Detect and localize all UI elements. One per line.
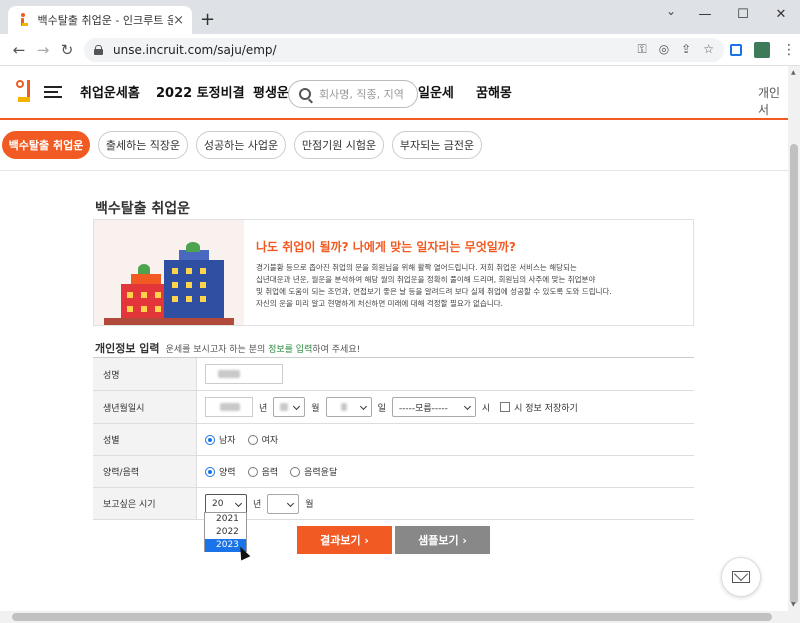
gift-buildings-illustration xyxy=(94,220,244,325)
year-option-2021[interactable]: 2021 xyxy=(205,513,246,526)
month-unit: 월 xyxy=(311,403,320,414)
nav-dream[interactable]: 꿈해몽 xyxy=(476,82,512,101)
browser-menu-icon[interactable]: ⋮ xyxy=(782,42,796,58)
url-text[interactable]: unse.incruit.com/saju/emp/ xyxy=(113,43,277,57)
nav-home[interactable]: 취업운세홈 xyxy=(80,82,140,101)
tab-business[interactable]: 성공하는 사업운 xyxy=(196,131,286,159)
scroll-down-icon[interactable]: ▼ xyxy=(791,601,796,608)
divider xyxy=(0,170,788,171)
site-header: 취업운세홈 2022 토정비결 평생운 일운세 꿈해몽 개인서 xyxy=(0,66,790,120)
save-time-option[interactable]: 시 정보 저장하기 xyxy=(500,401,578,414)
gender-male-option[interactable]: 남자 xyxy=(205,433,236,446)
back-button[interactable]: ← xyxy=(10,41,28,59)
save-time-checkbox[interactable] xyxy=(500,402,511,412)
gender-female-option[interactable]: 여자 xyxy=(247,433,278,446)
close-window-button[interactable]: ✕ xyxy=(762,0,800,28)
period-month-unit: 월 xyxy=(305,500,314,510)
year-option-2022[interactable]: 2022 xyxy=(205,526,246,539)
calendar-row: 양력/음력 양력 음력 음력윤달 xyxy=(93,456,694,488)
personal-link[interactable]: 개인서 xyxy=(758,84,790,118)
lock-icon[interactable] xyxy=(94,45,103,55)
eye-off-icon[interactable]: ◎ xyxy=(659,42,669,57)
tab-workplace[interactable]: 출세하는 직장운 xyxy=(98,131,188,159)
period-row: 보고싶은 시기 20 년 월 xyxy=(93,488,694,520)
new-tab-button[interactable]: + xyxy=(200,9,215,30)
vertical-scroll-thumb[interactable] xyxy=(790,144,798,604)
period-month-select[interactable] xyxy=(267,493,300,514)
minimize-button[interactable]: — xyxy=(686,0,724,28)
gender-label: 성별 xyxy=(93,424,197,455)
scroll-up-icon[interactable]: ▲ xyxy=(791,69,796,76)
period-year-select[interactable]: 20 xyxy=(205,493,247,514)
name-label: 성명 xyxy=(93,358,197,390)
star-icon[interactable]: ☆ xyxy=(703,42,714,57)
lunar-radio[interactable] xyxy=(247,466,258,477)
name-row: 성명 xyxy=(93,358,694,391)
site-search[interactable] xyxy=(288,80,418,108)
year-unit: 년 xyxy=(259,403,268,414)
incruit-logo[interactable] xyxy=(16,80,32,106)
profile-avatar[interactable] xyxy=(754,42,770,58)
search-input[interactable] xyxy=(319,87,409,101)
reload-button[interactable]: ↻ xyxy=(58,41,76,59)
personal-info-form: 성명 생년월일시 년 월 일 -----모름----- 시 시 정보 저장하기 … xyxy=(93,357,694,520)
birth-label: 생년월일시 xyxy=(93,391,197,423)
gender-row: 성별 남자 여자 xyxy=(93,424,694,456)
tab-close-icon[interactable]: × xyxy=(173,13,184,28)
nav-daily[interactable]: 일운세 xyxy=(418,82,454,101)
intro-banner: 나도 취업이 될까? 나에게 맞는 일자리는 무엇일까? 경기불황 등으로 좁아… xyxy=(93,219,694,326)
share-icon[interactable]: ⇪ xyxy=(681,42,691,57)
banner-headline: 나도 취업이 될까? 나에게 맞는 일자리는 무엇일까? xyxy=(256,240,516,254)
tab-search-icon[interactable]: ⌄ xyxy=(666,4,676,18)
nav-lifetime[interactable]: 평생운 xyxy=(253,82,289,101)
incruit-favicon-icon xyxy=(16,13,30,27)
tab-exam[interactable]: 만점기원 시험운 xyxy=(294,131,384,159)
vertical-scrollbar[interactable]: ▲ ▼ xyxy=(788,66,800,611)
lunar-option[interactable]: 음력 xyxy=(247,465,278,478)
mail-button[interactable] xyxy=(721,557,761,597)
period-year-unit: 년 xyxy=(253,500,262,510)
maximize-button[interactable]: ☐ xyxy=(724,0,762,28)
sample-button[interactable]: 샘플보기 › xyxy=(395,526,490,554)
period-label: 보고싶은 시기 xyxy=(93,488,197,519)
result-button[interactable]: 결과보기 › xyxy=(297,526,392,554)
lunar-leap-option[interactable]: 음력윤달 xyxy=(290,465,337,478)
mail-icon xyxy=(732,571,750,583)
horizontal-scroll-thumb[interactable] xyxy=(12,613,772,621)
forward-button[interactable]: → xyxy=(34,41,52,59)
key-icon[interactable]: ⚿ xyxy=(638,42,647,57)
page-title: 백수탈출 취업운 xyxy=(95,201,191,217)
birth-hour-select[interactable]: -----모름----- xyxy=(391,397,476,417)
birth-year-input[interactable] xyxy=(205,397,253,417)
banner-description: 경기불황 등으로 좁아진 취업의 문을 회원님을 위해 활짝 열어드립니다. 저… xyxy=(256,263,612,308)
gender-male-radio[interactable] xyxy=(205,434,215,445)
calendar-label: 양력/음력 xyxy=(93,456,197,487)
day-unit: 일 xyxy=(377,403,386,414)
tab-money[interactable]: 부자되는 금전운 xyxy=(392,131,482,159)
name-input[interactable] xyxy=(205,364,283,384)
tab-title: 백수탈출 취업운 - 인크루트 운세 xyxy=(37,14,174,27)
browser-toolbar: ← → ↻ unse.incruit.com/saju/emp/ ⚿ ◎ ⇪ ☆… xyxy=(0,34,800,66)
menu-icon[interactable] xyxy=(44,86,62,98)
address-bar[interactable]: unse.incruit.com/saju/emp/ ⚿ ◎ ⇪ ☆ xyxy=(84,38,724,62)
tab-employment[interactable]: 백수탈출 취업운 xyxy=(2,131,90,159)
birth-day-select[interactable] xyxy=(325,397,372,417)
mouse-cursor xyxy=(235,544,251,561)
solar-radio[interactable] xyxy=(205,466,215,477)
search-icon[interactable] xyxy=(299,88,311,100)
browser-tab-bar: 백수탈출 취업운 - 인크루트 운세 × + ⌄ — ☐ ✕ xyxy=(0,0,800,34)
horizontal-scrollbar[interactable] xyxy=(0,611,800,623)
lunar-leap-radio[interactable] xyxy=(290,466,301,477)
gender-female-radio[interactable] xyxy=(247,434,258,445)
solar-option[interactable]: 양력 xyxy=(205,465,236,478)
extension-icon[interactable] xyxy=(730,44,742,56)
section-title: 개인정보 입력 운세를 보시고자 하는 분의 정보를 입력하여 주세요! xyxy=(95,342,361,355)
hour-unit: 시 xyxy=(481,403,491,414)
browser-tab[interactable]: 백수탈출 취업운 - 인크루트 운세 × xyxy=(8,6,192,34)
birth-month-select[interactable] xyxy=(273,397,306,417)
nav-tojeong[interactable]: 2022 토정비결 xyxy=(156,82,245,101)
birth-row: 생년월일시 년 월 일 -----모름----- 시 시 정보 저장하기 xyxy=(93,391,694,424)
